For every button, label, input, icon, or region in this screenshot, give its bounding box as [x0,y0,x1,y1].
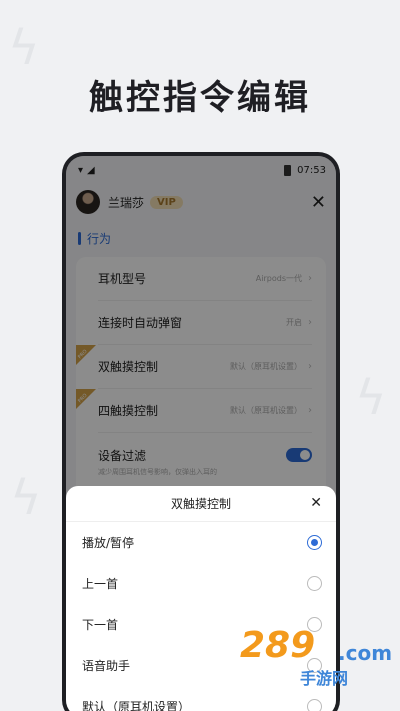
lightning-decor-icon: ϟ [8,20,40,76]
radio-button[interactable] [307,535,322,550]
option-label: 语音助手 [82,659,131,673]
page-headline: 触控指令编辑 [89,78,311,118]
watermark-domain: .com [338,641,393,665]
close-icon[interactable]: ✕ [310,495,322,511]
option-previous[interactable]: 上一首 [66,563,336,604]
sheet-header: 双触摸控制 ✕ [66,486,336,522]
radio-button[interactable] [307,699,322,711]
watermark-number: 289 [240,625,316,666]
watermark-logo: 289 .com 手游网 [230,625,400,695]
lightning-decor-icon: ϟ [355,370,387,426]
option-label: 上一首 [82,577,119,591]
radio-button[interactable] [307,576,322,591]
watermark-text: 手游网 [300,669,349,688]
option-label: 下一首 [82,618,119,632]
option-play-pause[interactable]: 播放/暂停 [66,522,336,563]
option-label: 播放/暂停 [82,536,135,550]
lightning-decor-icon: ϟ [10,470,42,526]
sheet-title: 双触摸控制 [170,497,231,511]
option-label: 默认（原耳机设置） [82,700,191,711]
